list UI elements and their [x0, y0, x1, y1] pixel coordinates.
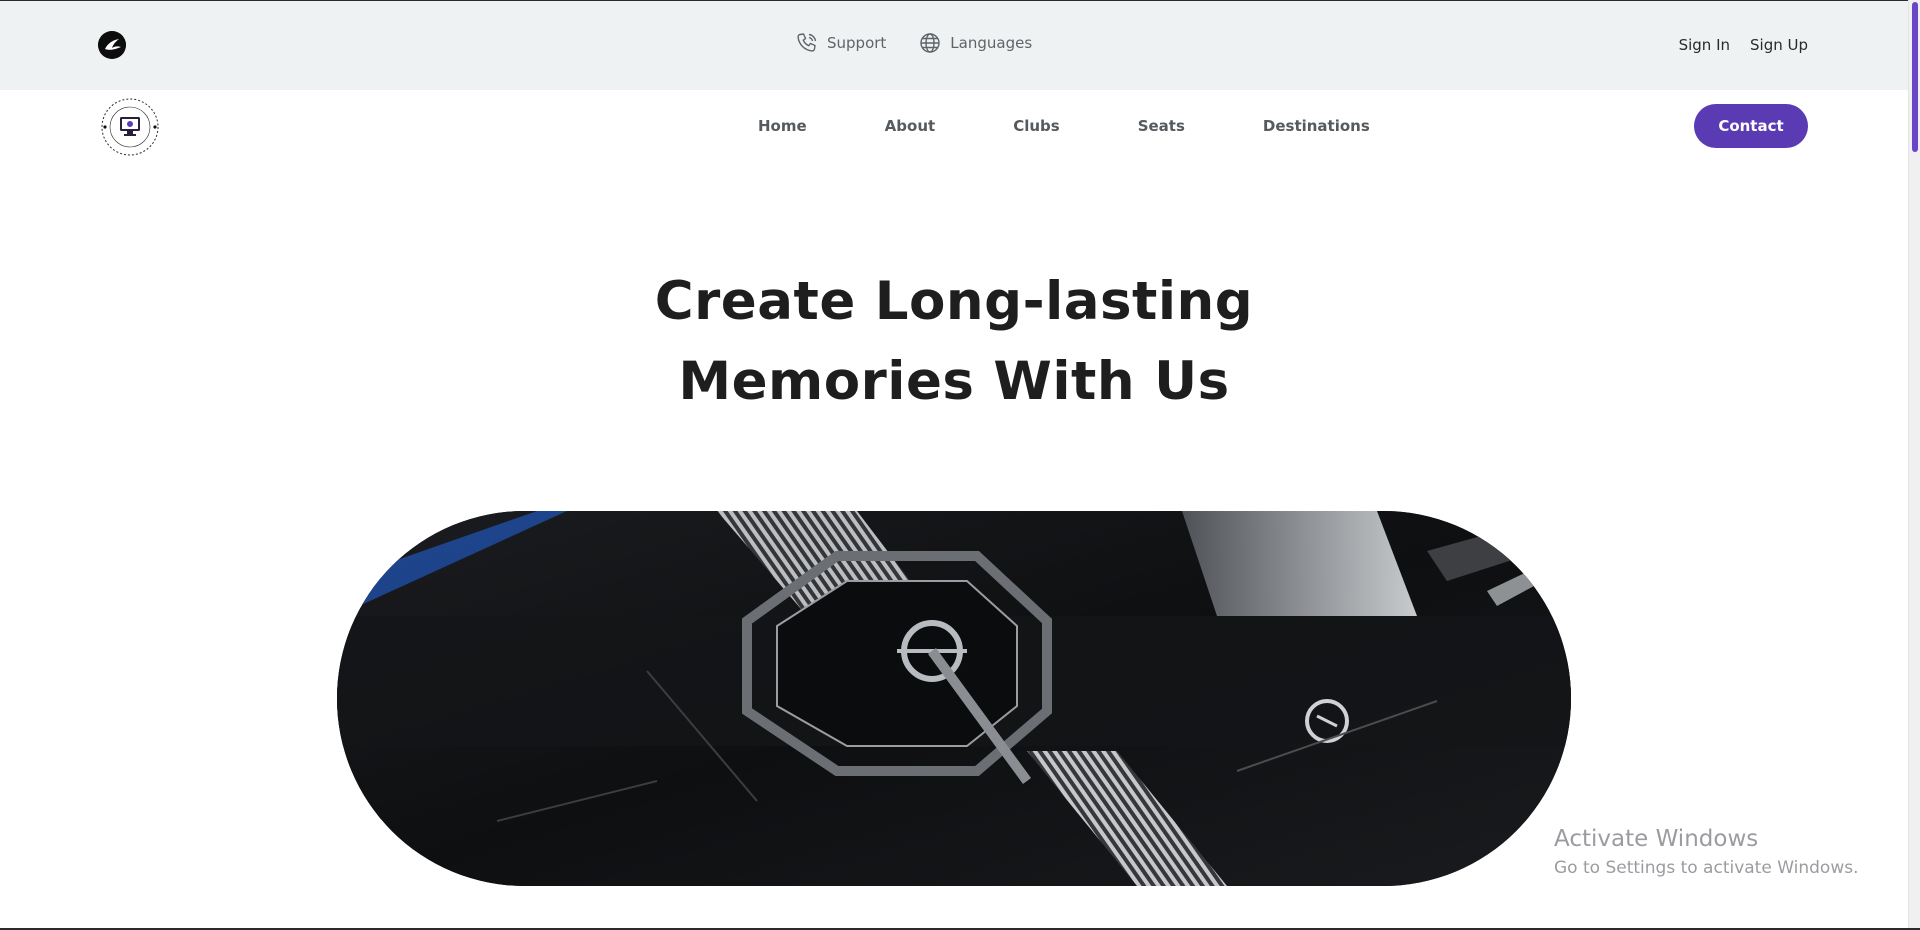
nav-destinations[interactable]: Destinations: [1263, 117, 1370, 135]
hero-video-frame: [337, 511, 1571, 886]
top-utility-bar: Support Languages Sign In Sign Up: [0, 0, 1908, 90]
watermark-subtitle: Go to Settings to activate Windows.: [1554, 858, 1859, 878]
scrollbar-thumb[interactable]: [1912, 2, 1918, 152]
nav-about[interactable]: About: [885, 117, 936, 135]
globe-icon: [920, 33, 940, 53]
nav-links: Home About Clubs Seats Destinations: [758, 117, 1370, 135]
support-label: Support: [827, 34, 887, 52]
hero-video[interactable]: [337, 511, 1571, 886]
site-logo[interactable]: [100, 97, 160, 157]
top-utility-links: Support Languages: [795, 31, 1032, 55]
nav-home[interactable]: Home: [758, 117, 807, 135]
brand-bird-icon[interactable]: [98, 31, 126, 59]
nav-seats[interactable]: Seats: [1138, 117, 1185, 135]
sign-up-link[interactable]: Sign Up: [1750, 36, 1808, 54]
hero-title-line-2: Memories With Us: [678, 351, 1230, 412]
page-scrollbar[interactable]: [1908, 0, 1920, 930]
hero-title: Create Long-lasting Memories With Us: [0, 262, 1908, 422]
auth-links: Sign In Sign Up: [1679, 36, 1808, 54]
main-navbar: Home About Clubs Seats Destinations Cont…: [0, 90, 1908, 160]
nav-clubs[interactable]: Clubs: [1013, 117, 1060, 135]
windows-activation-watermark: Activate Windows Go to Settings to activ…: [1554, 826, 1859, 878]
languages-link[interactable]: Languages: [918, 31, 1032, 55]
phone-icon: [797, 33, 817, 52]
contact-button[interactable]: Contact: [1694, 104, 1808, 148]
languages-label: Languages: [950, 34, 1033, 52]
watermark-title: Activate Windows: [1554, 826, 1759, 852]
support-link[interactable]: Support: [795, 31, 886, 55]
sign-in-link[interactable]: Sign In: [1679, 36, 1730, 54]
hero-title-line-1: Create Long-lasting: [654, 271, 1254, 332]
